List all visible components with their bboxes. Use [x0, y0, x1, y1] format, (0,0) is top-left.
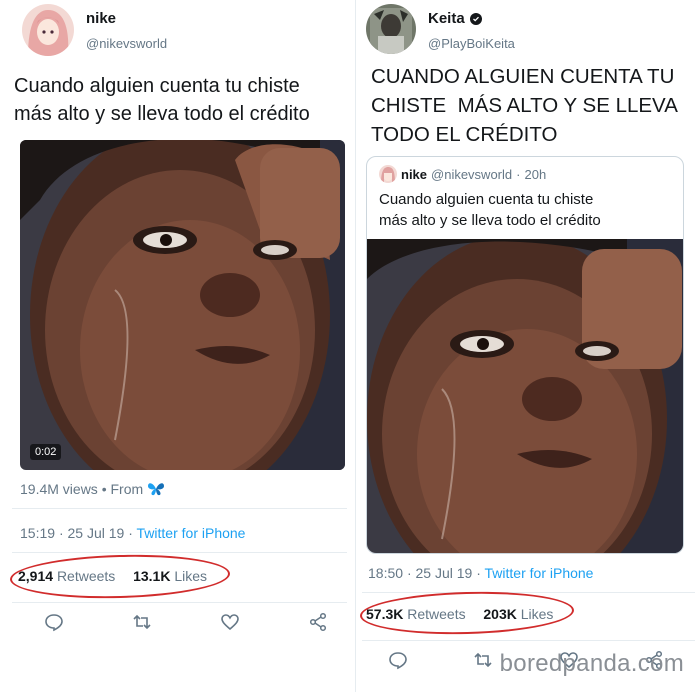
video-duration: 0:02 [30, 444, 62, 460]
action-bar [44, 612, 328, 632]
annotation-circle [359, 589, 575, 637]
tweet-time[interactable]: 15:19 [20, 525, 55, 541]
quoted-video[interactable] [367, 239, 683, 553]
tweet-text: Cuando alguien cuenta tu chiste más alto… [14, 72, 350, 128]
dot-separator: · [128, 525, 133, 541]
tweet-text-line: CUANDO ALGUIEN CUENTA TU [371, 65, 675, 88]
display-name[interactable]: nike [86, 10, 167, 27]
tweet-text-line: Cuando alguien cuenta tu chiste [14, 75, 300, 97]
heart-icon[interactable] [220, 612, 240, 632]
tweet-video[interactable]: 0:02 [20, 140, 345, 470]
tweet-source[interactable]: Twitter for iPhone [137, 525, 246, 541]
quoted-tweet-header: nike @nikevsworld · 20h [379, 165, 546, 183]
avatar[interactable] [22, 4, 74, 56]
quoted-avatar [379, 165, 397, 183]
tweet-text-line: CHISTE MÁS ALTO Y SE LLEVA [371, 94, 678, 117]
dot-separator: · [476, 565, 481, 581]
right-tweet: Keita @PlayBoiKeita CUANDO ALGUIEN CUENT… [355, 0, 700, 692]
divider [12, 602, 347, 603]
tweet-header: nike @nikevsworld [22, 4, 167, 56]
quoted-handle: @nikevsworld [431, 166, 513, 182]
divider [362, 640, 695, 641]
annotation-circle [9, 552, 231, 601]
watermark: boredpanda.com [499, 650, 684, 677]
views-line: 19.4M views • From [20, 481, 165, 500]
dot-separator: • [101, 481, 111, 497]
tweet-header: Keita @PlayBoiKeita [366, 4, 515, 56]
timestamp-line: 18:50 · 25 Jul 19 · Twitter for iPhone [368, 565, 593, 581]
divider [12, 552, 347, 553]
dot-separator: · [406, 565, 412, 581]
reply-icon[interactable] [388, 650, 408, 670]
quoted-tweet[interactable]: nike @nikevsworld · 20h Cuando alguien c… [366, 156, 684, 554]
dot-separator: · [516, 166, 521, 182]
tweet-text: CUANDO ALGUIEN CUENTA TU CHISTE MÁS ALTO… [371, 62, 696, 149]
user-handle[interactable]: @nikevsworld [86, 36, 167, 51]
tweet-text-line: TODO EL CRÉDITO [371, 123, 558, 146]
views-count: 19.4M views [20, 481, 98, 497]
verified-badge-icon [469, 12, 482, 25]
user-handle[interactable]: @PlayBoiKeita [428, 36, 515, 51]
butterfly-icon [147, 481, 165, 500]
reply-icon[interactable] [44, 612, 64, 632]
tweet-date[interactable]: 25 Jul 19 [68, 525, 125, 541]
tweet-date[interactable]: 25 Jul 19 [416, 565, 473, 581]
quoted-text-line: más alto y se lleva todo el crédito [379, 212, 601, 229]
retweet-icon[interactable] [132, 612, 152, 632]
views-from: From [110, 481, 144, 497]
dot-separator: · [58, 525, 64, 541]
tweet-source[interactable]: Twitter for iPhone [485, 565, 594, 581]
display-name[interactable]: Keita [428, 10, 465, 27]
divider [362, 592, 695, 593]
divider [12, 508, 347, 509]
quoted-tweet-text: Cuando alguien cuenta tu chiste más alto… [379, 189, 669, 231]
left-tweet: nike @nikevsworld Cuando alguien cuenta … [0, 0, 355, 692]
display-name-row: Keita [428, 10, 515, 27]
share-icon[interactable] [308, 612, 328, 632]
avatar[interactable] [366, 4, 416, 54]
quoted-time: 20h [524, 166, 547, 182]
tweet-text-line: más alto y se lleva todo el crédito [14, 103, 310, 125]
tweet-time[interactable]: 18:50 [368, 565, 403, 581]
timestamp-line: 15:19 · 25 Jul 19 · Twitter for iPhone [20, 525, 245, 541]
retweet-icon[interactable] [473, 650, 493, 670]
quoted-display-name: nike [401, 166, 428, 182]
quoted-text-line: Cuando alguien cuenta tu chiste [379, 191, 594, 208]
